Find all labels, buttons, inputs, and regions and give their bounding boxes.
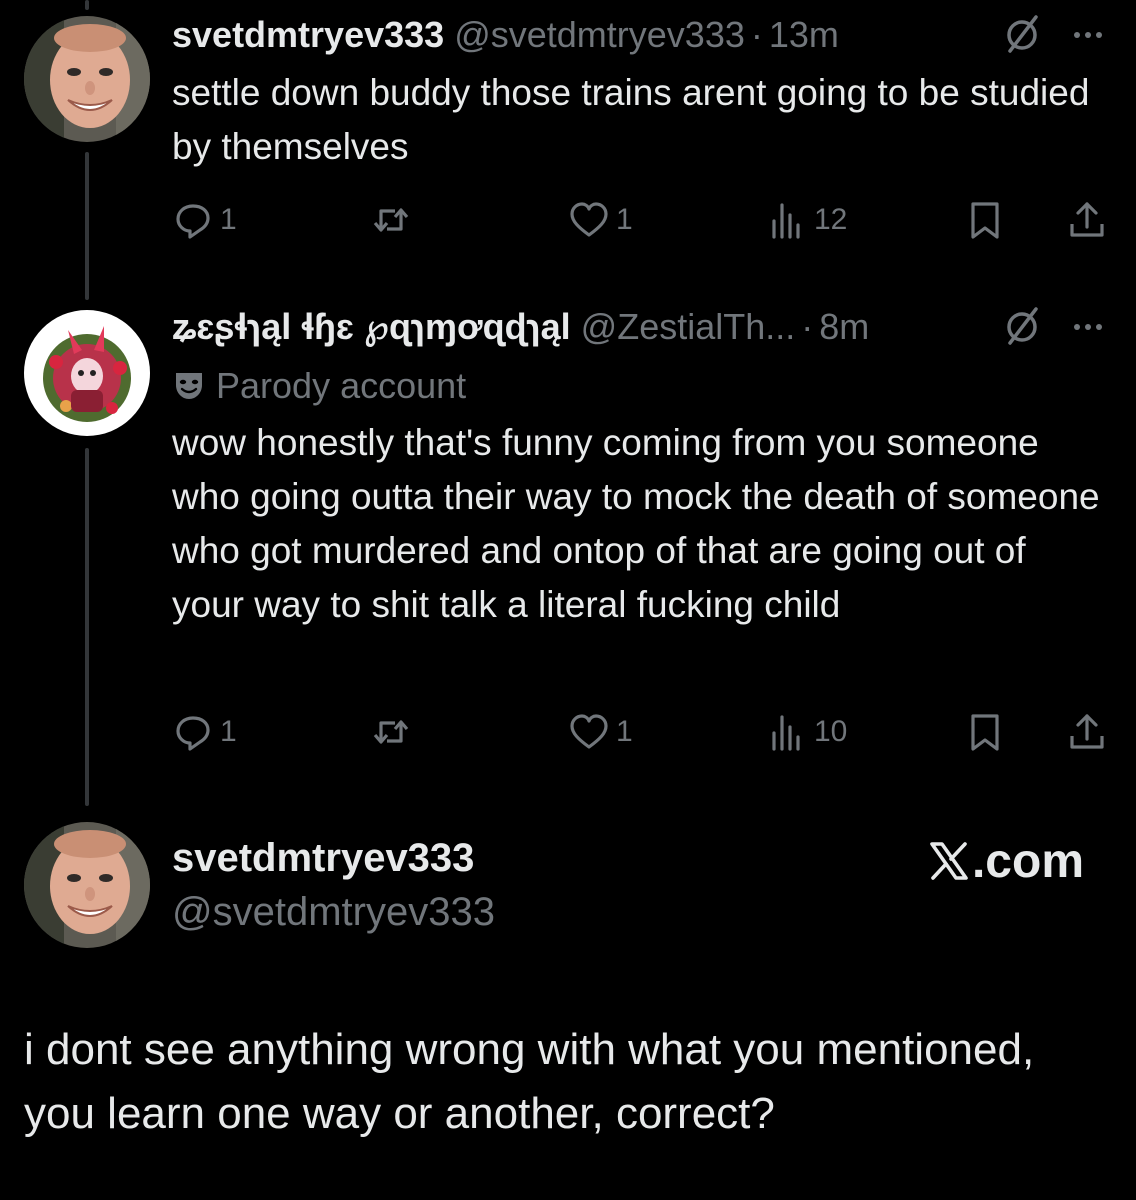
reply-count: 1 [220, 715, 237, 748]
views-bar-icon [772, 715, 800, 751]
avatar[interactable] [24, 822, 150, 948]
bookmark-button[interactable] [964, 195, 1006, 245]
tweet-text: wow honestly that's funny coming from yo… [172, 422, 1100, 625]
views-count: 10 [814, 715, 848, 748]
heart-icon [570, 202, 608, 237]
share-icon [1070, 202, 1104, 237]
more-options-icon[interactable] [1070, 309, 1106, 345]
tweet-actions: 1 1 10 [172, 707, 1108, 757]
retweet-button[interactable] [370, 707, 412, 757]
like-button[interactable]: 1 [568, 707, 633, 757]
like-count: 1 [616, 203, 633, 236]
views-button[interactable]: 12 [766, 195, 847, 245]
share-button[interactable] [1066, 195, 1108, 245]
handle[interactable]: @svetdmtryev333 [454, 14, 745, 55]
timestamp[interactable]: 13m [769, 14, 839, 55]
smiling-man-avatar-icon [24, 822, 150, 948]
muted-conversation-icon[interactable] [1000, 13, 1044, 57]
tweet-text: settle down buddy those trains arent goi… [172, 72, 1090, 167]
retweet-button[interactable] [370, 195, 412, 245]
header-tools [1000, 14, 1106, 56]
illustrated-character-avatar-icon [24, 310, 150, 436]
views-count: 12 [814, 203, 848, 236]
x-logo-icon [930, 842, 968, 880]
thread-line-2 [85, 448, 89, 806]
tweet-header: svetdmtryev333 @svetdmtryev333 · 13m [172, 14, 839, 56]
muted-conversation-icon[interactable] [1000, 305, 1044, 349]
thread-line-top [85, 0, 89, 10]
share-button[interactable] [1066, 707, 1108, 757]
separator: · [750, 14, 763, 55]
like-button[interactable]: 1 [568, 195, 633, 245]
reply-icon [176, 204, 210, 239]
reply-count: 1 [220, 203, 237, 236]
parody-label-text: Parody account [216, 365, 467, 406]
smiling-man-avatar-icon [24, 16, 150, 142]
tweet-header: ʑɛʂɬɿąl ɬɧɛ ℘ɋɿɱơɋɖɿąl @ZestialTh... · 8m [172, 306, 869, 348]
share-icon [1070, 714, 1104, 749]
bookmark-button[interactable] [964, 707, 1006, 757]
bookmark-icon [971, 714, 999, 751]
tweet-text: i dont see anything wrong with what you … [24, 1025, 1035, 1138]
handle[interactable]: @ZestialTh... [581, 306, 796, 347]
views-bar-icon [772, 203, 800, 239]
retweet-icon [373, 720, 409, 744]
more-options-icon[interactable] [1070, 17, 1106, 53]
bookmark-icon [971, 202, 999, 239]
heart-icon [570, 714, 608, 749]
parody-label: Parody account [172, 364, 466, 408]
reply-button[interactable]: 1 [172, 707, 237, 757]
views-button[interactable]: 10 [766, 707, 847, 757]
theater-mask-icon [176, 373, 202, 399]
thread-line-1 [85, 152, 89, 300]
reply-icon [176, 716, 210, 751]
header-tools [1000, 306, 1106, 348]
like-count: 1 [616, 715, 633, 748]
display-name[interactable]: ʑɛʂɬɿąl ɬɧɛ ℘ɋɿɱơɋɖɿąl [172, 306, 571, 347]
reply-button[interactable]: 1 [172, 195, 237, 245]
retweet-icon [373, 208, 409, 232]
tweet-actions: 1 1 12 [172, 195, 1108, 245]
handle[interactable]: @svetdmtryev333 [172, 888, 495, 936]
brand-text: .com [971, 834, 1084, 888]
separator: · [801, 306, 814, 347]
display-name[interactable]: svetdmtryev333 [172, 834, 474, 882]
avatar[interactable] [24, 310, 150, 436]
avatar[interactable] [24, 16, 150, 142]
brand-logo: .com [928, 834, 1084, 888]
display-name[interactable]: svetdmtryev333 [172, 14, 444, 55]
timestamp[interactable]: 8m [819, 306, 869, 347]
